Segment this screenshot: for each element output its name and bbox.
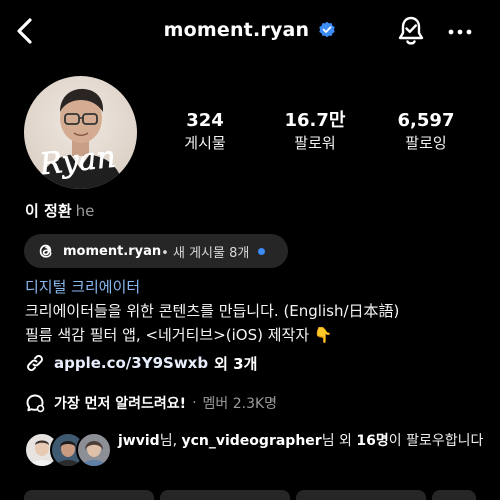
threads-badge[interactable]: moment.ryan • 새 게시물 8개 (24, 234, 288, 268)
stat-posts[interactable]: 324 게시물 (160, 110, 250, 153)
broadcast-separator: · (192, 395, 197, 411)
mutual-text-3: 이 팔로우합니다 (388, 433, 484, 449)
bell-icon[interactable] (395, 14, 427, 48)
stat-followers-label: 팔로워 (294, 134, 336, 152)
suggest-button[interactable] (432, 490, 476, 500)
verified-badge-icon (319, 21, 336, 38)
mutual-followers-text: jwvid님, ycn_videographer님 외 16명이 팔로우합니다 (118, 430, 488, 452)
more-horizontal-icon[interactable] (446, 18, 474, 46)
mutual-name-1[interactable]: jwvid (118, 433, 160, 449)
threads-icon (39, 244, 52, 258)
profile-avatar[interactable]: Ryan (24, 76, 137, 189)
mutual-avatar-3 (76, 432, 112, 468)
message-button[interactable] (160, 490, 290, 500)
threads-handle: moment.ryan (63, 243, 162, 259)
mutual-text-2: 님 외 (321, 433, 357, 449)
new-posts-indicator (258, 247, 266, 255)
broadcast-chat-icon (26, 394, 45, 413)
broadcast-channel[interactable]: 가장 먼저 알려드려요! · 멤버 2.3K명 (24, 392, 277, 414)
stat-posts-label: 게시물 (184, 134, 226, 152)
link-icon (27, 354, 43, 372)
broadcast-title: 가장 먼저 알려드려요! (54, 396, 187, 412)
link-url[interactable]: apple.co/3Y9Swxb (54, 354, 208, 372)
bio-line-2: 필름 색감 필터 앱, <네거티브>(iOS) 제작자 👇 (25, 326, 333, 344)
follow-button[interactable] (24, 490, 154, 500)
stat-posts-count: 324 (186, 110, 224, 131)
full-name: 이 정환 (25, 202, 72, 220)
avatar-image: Ryan (24, 76, 137, 189)
username-title: moment.ryan (163, 19, 310, 41)
threads-new-posts: • 새 게시물 8개 (161, 245, 250, 261)
top-bar: moment.ryan (0, 0, 500, 62)
mutual-text-1: 님, (159, 433, 182, 449)
link-more-count[interactable]: 외 3개 (214, 353, 257, 374)
stat-following-count: 6,597 (397, 110, 455, 131)
stat-following-label: 팔로잉 (405, 134, 447, 152)
broadcast-members: 멤버 2.3K명 (202, 396, 278, 412)
stat-followers-count: 16.7만 (284, 110, 346, 131)
profile-category: 디지털 크리에이터 (25, 278, 141, 296)
stat-followers[interactable]: 16.7만 팔로워 (270, 110, 360, 153)
profile-name-row: 이 정환 he (25, 200, 94, 221)
contact-button[interactable] (296, 490, 426, 500)
mutual-name-2[interactable]: ycn_videographer (181, 433, 321, 449)
profile-link[interactable]: apple.co/3Y9Swxb 외 3개 (24, 352, 257, 374)
pronouns: he (75, 202, 95, 220)
bio-line-1: 크리에이터들을 위한 콘텐츠를 만듭니다. (English/日本語) (25, 302, 400, 320)
mutual-count: 16명 (356, 433, 389, 449)
stat-following[interactable]: 6,597 팔로잉 (381, 110, 471, 153)
